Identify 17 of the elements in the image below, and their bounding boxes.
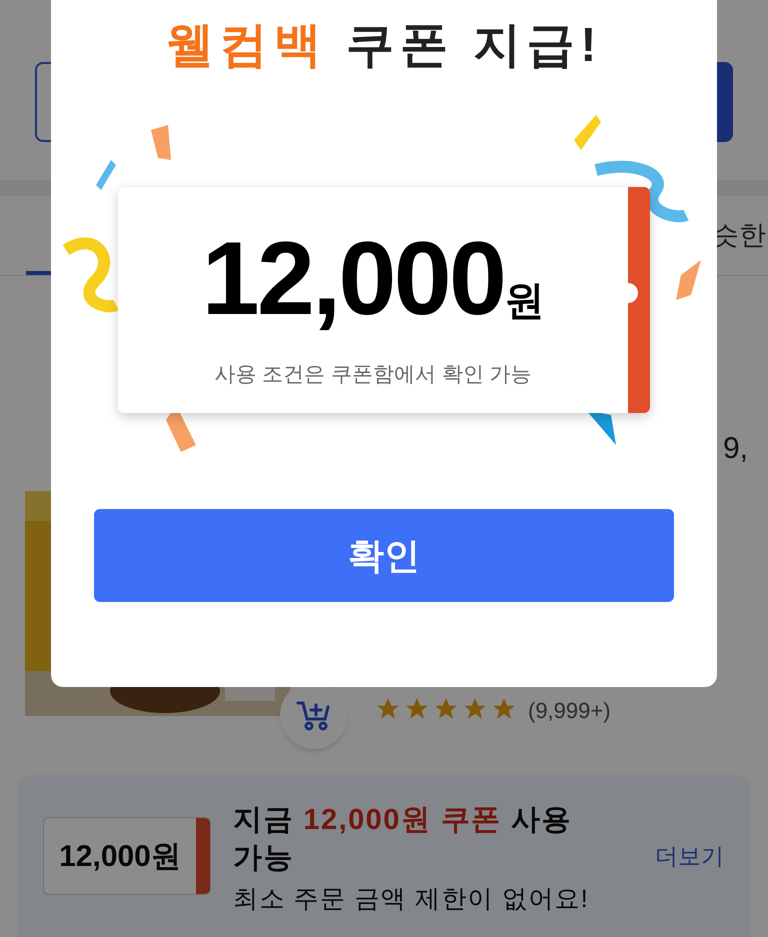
confetti-piece [96, 160, 116, 190]
price-text: 9, [722, 431, 748, 467]
coupon-note: 최소 주문 금액 제한이 없어요! [233, 884, 590, 916]
ticket-amount: 12,000원 [58, 838, 182, 874]
coupon-condition: 사용 조건은 쿠폰함에서 확인 가능 [213, 362, 533, 388]
coupon-amount: 12,000 [202, 227, 504, 331]
confetti-piece [586, 410, 616, 445]
confetti-piece [676, 260, 701, 300]
cart-plus-icon [296, 699, 332, 731]
coupon-headline: 지금 12,000원 쿠폰 사용 가능 [233, 803, 574, 876]
confirm-button[interactable]: 확인 [94, 509, 674, 602]
dialog-title: 웰컴백 쿠폰 지급! [164, 18, 604, 74]
confetti-piece [151, 125, 171, 160]
currency-label: 원 [504, 278, 544, 325]
more-link[interactable]: 더보기 [655, 838, 724, 874]
review-count: (9,999+) [528, 697, 611, 725]
confetti-piece [574, 115, 601, 150]
